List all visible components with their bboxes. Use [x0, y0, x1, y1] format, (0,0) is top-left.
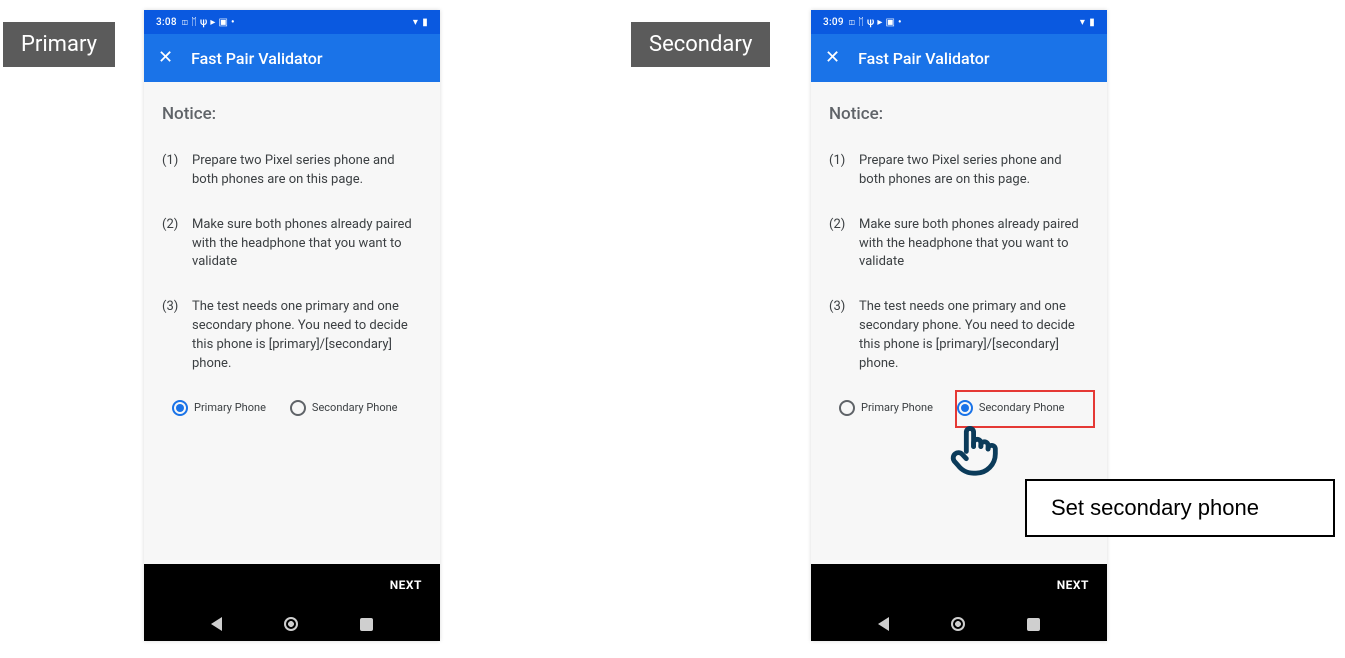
step-1-num: (1) — [829, 152, 849, 190]
radio-secondary-phone[interactable]: Secondary Phone — [290, 400, 398, 416]
step-1: (1) Prepare two Pixel series phone and b… — [162, 152, 422, 190]
pointer-hand-icon — [947, 420, 1005, 478]
close-icon[interactable]: ✕ — [825, 49, 840, 67]
status-bar: 3:08 ◫ ᛖ ψ ▸ ▣ • ▾ ▮ — [144, 10, 440, 34]
radio-icon-unselected — [290, 400, 306, 416]
radio-icon-unselected — [839, 400, 855, 416]
nav-recent-icon[interactable] — [360, 618, 373, 631]
nav-bar — [811, 617, 1107, 631]
next-button[interactable]: NEXT — [1057, 578, 1089, 592]
phone-secondary: 3:09 ◫ ᛖ ψ ▸ ▣ • ▾ ▮ ✕ Fast Pair Validat… — [811, 10, 1107, 641]
callout-set-secondary: Set secondary phone — [1025, 479, 1335, 537]
battery-icon: ▮ — [1089, 17, 1095, 28]
radio-secondary-label: Secondary Phone — [979, 401, 1065, 414]
phone-primary: 3:08 ◫ ᛖ ψ ▸ ▣ • ▾ ▮ ✕ Fast Pair Validat… — [144, 10, 440, 641]
step-3-num: (3) — [162, 298, 182, 373]
status-time: 3:08 — [156, 17, 177, 28]
status-icons-left: ◫ ᛖ ψ ▸ ▣ • — [182, 17, 235, 28]
radio-icon-selected — [172, 400, 188, 416]
nav-recent-icon[interactable] — [1027, 618, 1040, 631]
step-2: (2) Make sure both phones already paired… — [829, 216, 1089, 273]
battery-icon: ▮ — [422, 17, 428, 28]
step-2-text: Make sure both phones already paired wit… — [859, 216, 1089, 273]
bottom-bar: NEXT — [144, 564, 440, 641]
nav-bar — [144, 617, 440, 631]
status-time: 3:09 — [823, 17, 844, 28]
close-icon[interactable]: ✕ — [158, 49, 173, 67]
radio-secondary-phone[interactable]: Secondary Phone — [957, 400, 1065, 416]
step-1-text: Prepare two Pixel series phone and both … — [192, 152, 422, 190]
radio-primary-phone[interactable]: Primary Phone — [172, 400, 266, 416]
radio-primary-label: Primary Phone — [861, 401, 933, 414]
app-bar: ✕ Fast Pair Validator — [144, 34, 440, 82]
step-3-text: The test needs one primary and one secon… — [859, 298, 1089, 373]
tag-primary: Primary — [3, 22, 115, 67]
status-bar: 3:09 ◫ ᛖ ψ ▸ ▣ • ▾ ▮ — [811, 10, 1107, 34]
bottom-bar: NEXT — [811, 564, 1107, 641]
step-1-text: Prepare two Pixel series phone and both … — [859, 152, 1089, 190]
nav-home-icon[interactable] — [284, 617, 298, 631]
notice-heading: Notice: — [829, 104, 1089, 124]
radio-group: Primary Phone Secondary Phone — [829, 400, 1089, 416]
nav-back-icon[interactable] — [211, 617, 222, 631]
tag-secondary: Secondary — [631, 22, 770, 67]
step-1: (1) Prepare two Pixel series phone and b… — [829, 152, 1089, 190]
wifi-icon: ▾ — [413, 17, 418, 28]
app-bar: ✕ Fast Pair Validator — [811, 34, 1107, 82]
step-2: (2) Make sure both phones already paired… — [162, 216, 422, 273]
step-2-num: (2) — [162, 216, 182, 273]
nav-home-icon[interactable] — [951, 617, 965, 631]
step-1-num: (1) — [162, 152, 182, 190]
step-3: (3) The test needs one primary and one s… — [162, 298, 422, 373]
content-area: Notice: (1) Prepare two Pixel series pho… — [144, 82, 440, 564]
radio-secondary-label: Secondary Phone — [312, 401, 398, 414]
step-2-num: (2) — [829, 216, 849, 273]
notice-heading: Notice: — [162, 104, 422, 124]
next-button[interactable]: NEXT — [390, 578, 422, 592]
step-3-num: (3) — [829, 298, 849, 373]
nav-back-icon[interactable] — [878, 617, 889, 631]
radio-primary-phone[interactable]: Primary Phone — [839, 400, 933, 416]
radio-primary-label: Primary Phone — [194, 401, 266, 414]
status-icons-left: ◫ ᛖ ψ ▸ ▣ • — [849, 17, 902, 28]
wifi-icon: ▾ — [1080, 17, 1085, 28]
app-title: Fast Pair Validator — [191, 49, 322, 68]
radio-group: Primary Phone Secondary Phone — [162, 400, 422, 416]
step-3: (3) The test needs one primary and one s… — [829, 298, 1089, 373]
step-3-text: The test needs one primary and one secon… — [192, 298, 422, 373]
app-title: Fast Pair Validator — [858, 49, 989, 68]
radio-icon-selected — [957, 400, 973, 416]
step-2-text: Make sure both phones already paired wit… — [192, 216, 422, 273]
